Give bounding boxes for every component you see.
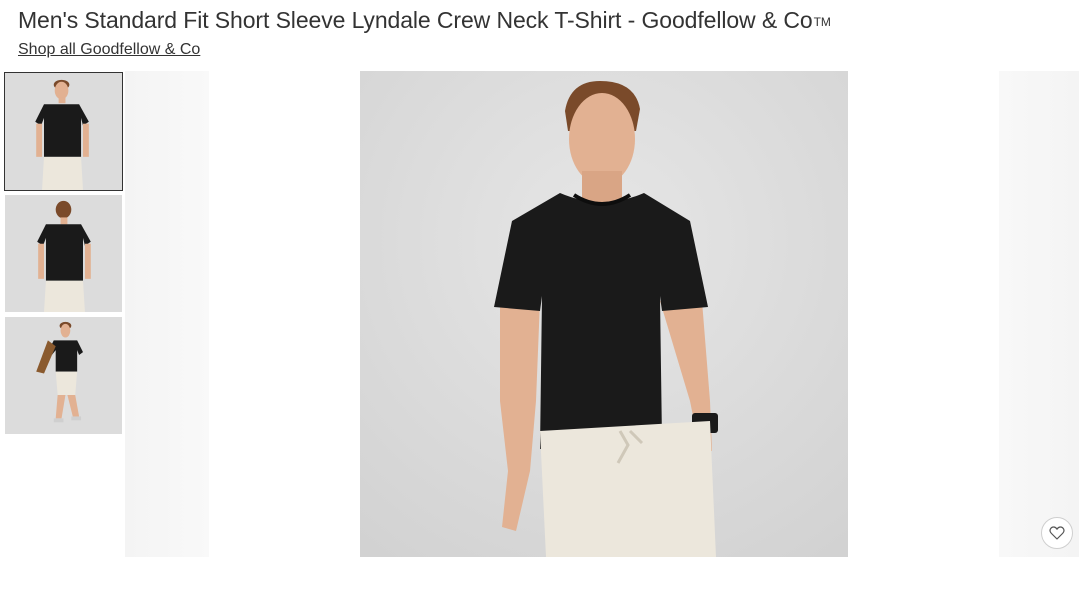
- model-front-thumbnail-image: [5, 73, 122, 190]
- model-front-main-image: [360, 71, 848, 557]
- trademark-symbol: TM: [813, 15, 831, 29]
- shop-all-brand-link[interactable]: Shop all Goodfellow & Co: [18, 41, 200, 59]
- favorite-button[interactable]: [1041, 517, 1073, 549]
- carousel-previous-image-edge: [125, 71, 209, 557]
- heart-icon: [1049, 526, 1065, 540]
- thumbnail-back[interactable]: [5, 195, 122, 312]
- model-back-thumbnail-image: [5, 195, 122, 312]
- thumbnail-front[interactable]: [4, 72, 123, 191]
- product-title-text: Men's Standard Fit Short Sleeve Lyndale …: [18, 7, 813, 33]
- main-product-image: [360, 71, 848, 557]
- product-title: Men's Standard Fit Short Sleeve Lyndale …: [18, 7, 831, 34]
- model-walking-thumbnail-image: [5, 317, 122, 434]
- carousel-next-image-edge: [999, 71, 1079, 557]
- thumbnail-walking[interactable]: [5, 317, 122, 434]
